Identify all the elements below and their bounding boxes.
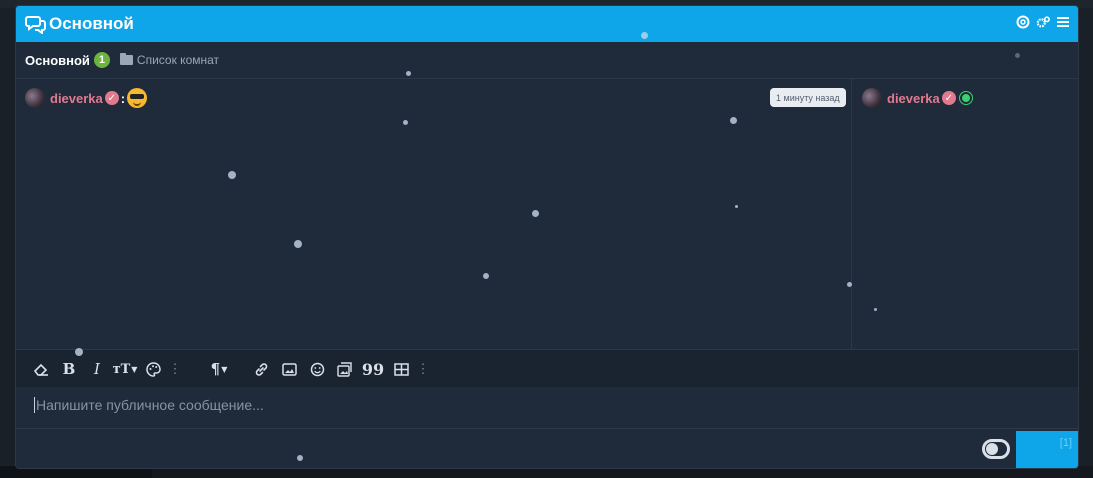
avatar[interactable]	[25, 88, 45, 108]
chat-panel: Основной Основной 1 Список комнат diever…	[15, 5, 1079, 469]
smiley-icon[interactable]	[306, 358, 328, 380]
menu-icon[interactable]	[1056, 15, 1070, 29]
avatar[interactable]	[862, 88, 882, 108]
quote-icon[interactable]: 99	[362, 358, 384, 380]
verified-check-icon: ✓	[104, 91, 119, 105]
text-size-glyph: тT	[112, 361, 131, 377]
verified-check-icon: ✓	[941, 91, 956, 105]
user-list-item[interactable]: dieverka ✓	[862, 88, 972, 108]
chat-title: Основной	[49, 14, 134, 33]
settings-gears-icon[interactable]	[1036, 15, 1050, 29]
paragraph-glyph: ¶	[210, 360, 221, 378]
gallery-icon[interactable]	[334, 358, 356, 380]
text-cursor	[34, 397, 35, 413]
text-size-icon[interactable]: тT ▼	[112, 358, 138, 380]
more-icon[interactable]: ⋮	[417, 358, 430, 380]
lifebuoy-icon[interactable]	[1016, 15, 1030, 29]
chat-titlebar: Основной	[16, 6, 1078, 42]
message-list: dieverka ✓ : 1 минуту назад	[16, 79, 851, 349]
toggle-switch[interactable]	[982, 439, 1010, 459]
sunglasses-emoji-icon	[127, 88, 148, 108]
tab-main-room[interactable]: Основной 1	[25, 52, 110, 68]
folder-icon	[119, 53, 133, 65]
italic-icon[interactable]: I	[86, 358, 108, 380]
online-users-list: dieverka ✓	[851, 79, 1078, 349]
chat-bubbles-icon	[25, 16, 46, 34]
link-icon[interactable]	[250, 358, 272, 380]
message-timestamp: 1 минуту назад	[770, 88, 846, 107]
eraser-icon[interactable]	[30, 358, 52, 380]
message-editor	[16, 387, 1078, 423]
user-list-username[interactable]: dieverka	[887, 91, 940, 106]
table-icon[interactable]	[390, 358, 412, 380]
tab-room-list-label: Список комнат	[136, 53, 220, 67]
send-button[interactable]: [1]	[1016, 431, 1078, 468]
bold-icon[interactable]: B	[58, 358, 80, 380]
tab-room-list[interactable]: Список комнат	[119, 53, 220, 67]
editor-toolbar: B I тT ▼ ⋮ ¶ ▼ 99 ⋮	[16, 349, 1078, 388]
titlebar-tools	[1016, 15, 1070, 29]
send-counter: [1]	[1059, 437, 1072, 449]
message-username[interactable]: dieverka	[50, 91, 103, 106]
room-tabs: Основной 1 Список комнат	[16, 42, 1078, 79]
message-item: dieverka ✓ :	[25, 88, 148, 108]
palette-icon[interactable]	[142, 358, 164, 380]
more-icon[interactable]: ⋮	[169, 358, 182, 380]
message-separator: :	[120, 90, 126, 106]
image-icon[interactable]	[278, 358, 300, 380]
tab-main-room-label: Основной	[25, 52, 90, 68]
unread-badge: 1	[93, 52, 110, 68]
online-status-icon	[959, 92, 972, 104]
paragraph-icon[interactable]: ¶ ▼	[208, 358, 230, 380]
editor-footer: [1]	[16, 428, 1078, 468]
message-input[interactable]	[16, 387, 1078, 423]
